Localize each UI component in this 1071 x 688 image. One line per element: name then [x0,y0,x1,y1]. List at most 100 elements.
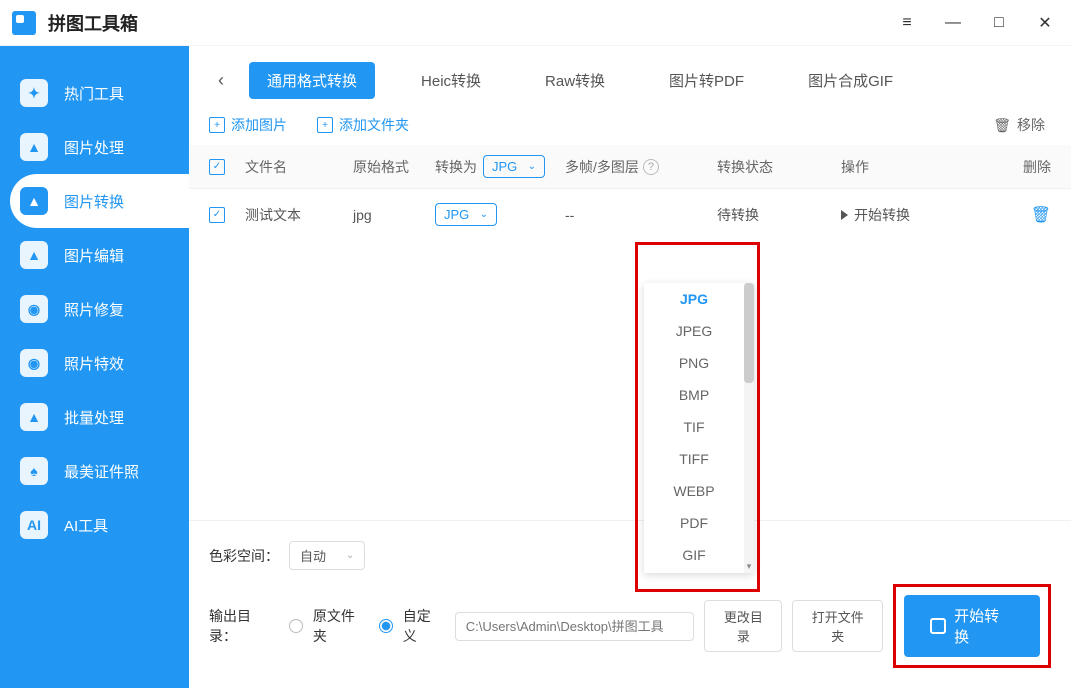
scrollbar-thumb[interactable] [744,283,754,383]
sidebar-item-image-convert[interactable]: ▲ 图片转换 [10,174,189,228]
sidebar-item-photo-effects[interactable]: ◉ 照片特效 [0,336,189,390]
add-image-icon: + [209,117,225,133]
help-icon[interactable]: ? [643,159,659,175]
add-image-button[interactable]: + 添加图片 [209,115,287,135]
row-start-convert-button[interactable]: 开始转换 [841,205,1001,225]
dropdown-option-tiff[interactable]: TIFF [644,443,744,475]
header-format-select[interactable]: JPG ⌄ [483,155,545,178]
col-multiframe: 多帧/多图层 [565,157,639,177]
menu-icon[interactable]: ≡ [893,9,921,37]
app-logo-icon [12,11,36,35]
convert-icon [930,618,946,634]
chevron-down-icon: ⌄ [346,550,354,561]
remove-button[interactable]: 🗑 移除 [993,115,1045,135]
photo-repair-icon: ◉ [20,295,48,323]
tab-heic-convert[interactable]: Heic转换 [403,62,499,99]
change-dir-button[interactable]: 更改目录 [704,600,782,652]
play-icon [841,210,848,220]
dropdown-option-jpeg[interactable]: JPEG [644,315,744,347]
sidebar-item-label: 热门工具 [64,83,124,104]
image-convert-icon: ▲ [20,187,48,215]
remove-label: 移除 [1017,115,1045,135]
sidebar-item-batch-process[interactable]: ▲ 批量处理 [0,390,189,444]
add-folder-label: 添加文件夹 [339,115,409,135]
color-space-label: 色彩空间： [209,546,279,566]
add-image-label: 添加图片 [231,115,287,135]
output-dir-label: 输出目录： [209,606,279,646]
sidebar-item-image-edit[interactable]: ▲ 图片编辑 [0,228,189,282]
hot-tools-icon: ✦ [20,79,48,107]
add-folder-icon: + [317,117,333,133]
dropdown-scrollbar[interactable]: ▾ [744,283,754,573]
sidebar-item-label: 批量处理 [64,407,124,428]
open-folder-button[interactable]: 打开文件夹 [792,600,883,652]
image-edit-icon: ▲ [20,241,48,269]
table-row: ✓ 测试文本 jpg JPG ⌄ -- 待转换 开始转换 🗑 [189,188,1071,240]
dropdown-option-webp[interactable]: WEBP [644,475,744,507]
dropdown-option-pdf[interactable]: PDF [644,507,744,539]
col-orig-format: 原始格式 [353,157,435,177]
col-convert-to: 转换为 [435,157,477,177]
radio-orig-label: 原文件夹 [313,606,369,646]
output-path-input[interactable] [455,612,695,641]
start-highlight: 开始转换 [893,584,1051,668]
sidebar-item-label: 图片编辑 [64,245,124,266]
ai-tools-icon: AI [20,511,48,539]
sidebar-item-label: 图片处理 [64,137,124,158]
back-button[interactable]: ‹ [209,69,233,93]
dropdown-option-gif[interactable]: GIF [644,539,744,571]
row-action-label: 开始转换 [854,205,910,225]
dropdown-option-bmp[interactable]: BMP [644,379,744,411]
radio-custom-label: 自定义 [403,606,445,646]
maximize-button[interactable]: □ [985,9,1013,37]
sidebar-item-label: AI工具 [64,515,108,536]
dropdown-option-png[interactable]: PNG [644,347,744,379]
select-all-checkbox[interactable]: ✓ [209,159,225,175]
tab-general-convert[interactable]: 通用格式转换 [249,62,375,99]
tab-image-to-gif[interactable]: 图片合成GIF [790,62,911,99]
scrollbar-down-icon[interactable]: ▾ [744,559,754,573]
row-format-value: JPG [444,207,469,222]
sidebar-item-label: 最美证件照 [64,461,139,482]
add-folder-button[interactable]: + 添加文件夹 [317,115,409,135]
batch-process-icon: ▲ [20,403,48,431]
row-checkbox[interactable]: ✓ [209,207,225,223]
radio-custom-folder[interactable] [379,619,393,633]
sidebar-item-label: 照片特效 [64,353,124,374]
id-photo-icon: ♠ [20,457,48,485]
start-convert-button[interactable]: 开始转换 [904,595,1040,657]
col-filename: 文件名 [245,157,353,177]
row-status: 待转换 [717,205,841,225]
minimize-button[interactable]: — [939,9,967,37]
app-title: 拼图工具箱 [48,10,138,36]
col-action: 操作 [841,157,1001,177]
close-button[interactable]: ✕ [1031,9,1059,37]
image-process-icon: ▲ [20,133,48,161]
chevron-down-icon: ⌄ [480,209,488,220]
col-status: 转换状态 [717,157,841,177]
photo-effects-icon: ◉ [20,349,48,377]
header-format-value: JPG [492,159,517,174]
col-delete: 删除 [1001,157,1051,177]
row-orig-format: jpg [353,207,435,223]
row-delete-button[interactable]: 🗑 [1031,207,1051,224]
radio-orig-folder[interactable] [289,619,303,633]
start-label: 开始转换 [954,605,1014,647]
sidebar-item-label: 照片修复 [64,299,124,320]
sidebar-item-id-photo[interactable]: ♠ 最美证件照 [0,444,189,498]
sidebar-item-ai-tools[interactable]: AI AI工具 [0,498,189,552]
chevron-down-icon: ⌄ [528,161,536,172]
sidebar-item-photo-repair[interactable]: ◉ 照片修复 [0,282,189,336]
dropdown-option-jpg[interactable]: JPG [644,283,744,315]
sidebar-item-hot-tools[interactable]: ✦ 热门工具 [0,66,189,120]
row-filename: 测试文本 [245,205,353,225]
tab-image-to-pdf[interactable]: 图片转PDF [651,62,762,99]
format-dropdown: JPG JPEG PNG BMP TIF TIFF WEBP PDF GIF ▾ [644,283,754,573]
format-dropdown-highlight: JPG JPEG PNG BMP TIF TIFF WEBP PDF GIF ▾ [635,242,760,592]
color-space-select[interactable]: 自动 ⌄ [289,541,365,570]
dropdown-option-tif[interactable]: TIF [644,411,744,443]
sidebar-item-label: 图片转换 [64,191,124,212]
row-format-select[interactable]: JPG ⌄ [435,203,497,226]
tab-raw-convert[interactable]: Raw转换 [527,62,623,99]
sidebar-item-image-process[interactable]: ▲ 图片处理 [0,120,189,174]
